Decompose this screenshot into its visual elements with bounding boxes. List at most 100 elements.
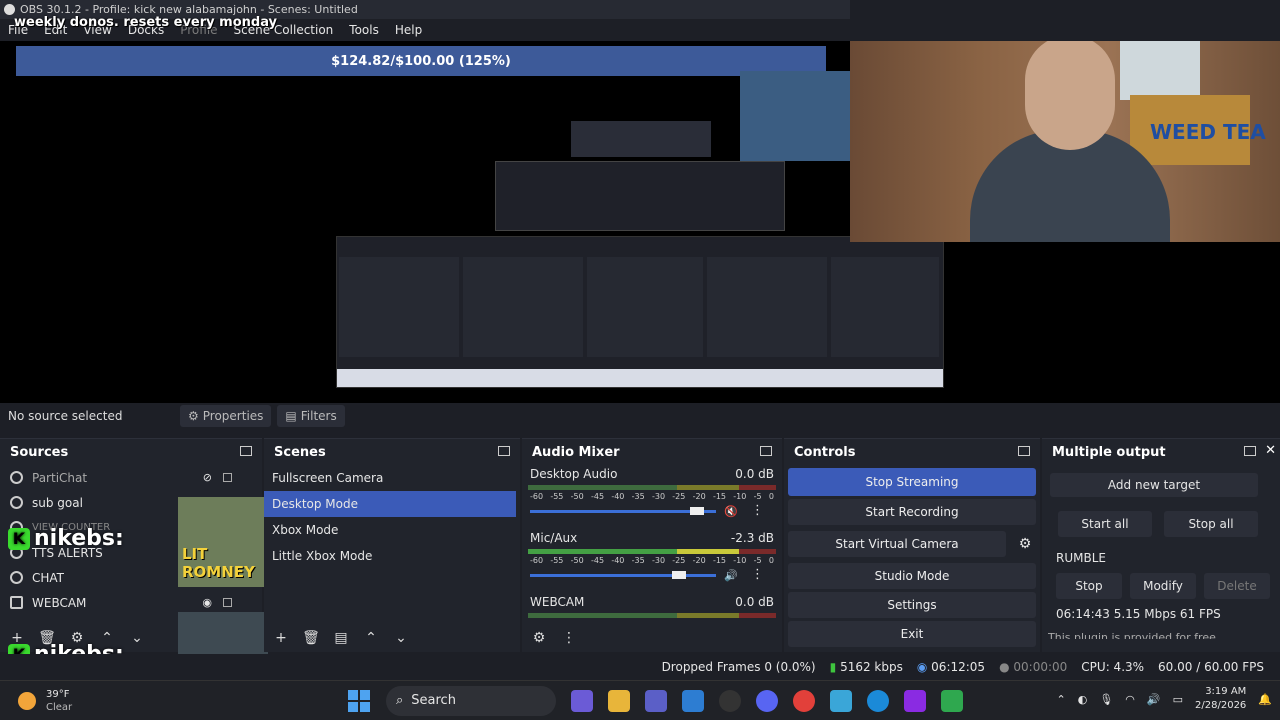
move-down-icon[interactable]: ⌄ [390,628,412,648]
file-explorer-icon[interactable] [608,689,630,712]
menu-help[interactable]: Help [387,23,430,37]
nested-multi-panel [831,257,939,357]
more-options-icon[interactable]: ⋮ [558,628,580,648]
nested-preview-small [571,121,711,157]
windows-start-icon[interactable] [348,689,370,712]
lock-icon[interactable] [223,598,232,607]
globe-icon [10,496,23,509]
volume-slider[interactable]: 🔇 ⋮ [528,503,776,518]
weather-condition: Clear [46,701,73,713]
speaker-icon[interactable]: 🔊 [724,569,738,582]
taskbar-search[interactable]: ⌕ Search [386,685,556,716]
filter-icon[interactable]: ▤ [330,628,352,648]
properties-button[interactable]: ⚙ Properties [180,405,272,427]
close-icon[interactable]: ✕ [1265,443,1276,458]
more-options-icon[interactable]: ⋮ [751,503,764,518]
add-new-target-button[interactable]: Add new target [1050,473,1258,497]
filters-button[interactable]: ▤ Filters [277,405,345,427]
nested-sources-panel [339,257,459,357]
gear-icon[interactable]: ⚙ [1010,536,1040,552]
chrome-icon[interactable] [793,689,815,712]
status-bar: Dropped Frames 0 (0.0%) ▮ 5162 kbps ◉ 06… [0,654,1280,680]
nested-mixer-panel [587,257,703,357]
app-icon[interactable] [941,689,963,712]
settings-button[interactable]: Settings [788,592,1036,618]
studio-mode-button[interactable]: Studio Mode [788,563,1036,589]
mixer-header: Audio Mixer [522,439,782,465]
webcam-sign-text: WEED TEA [1150,120,1266,144]
channel-level: -2.3 dB [730,531,774,545]
eye-icon[interactable]: ◉ [202,596,212,609]
trash-icon[interactable]: 🗑 [300,628,322,648]
obs-icon[interactable] [719,689,741,712]
donos-overlay-text: weekly donos. resets every monday [14,15,278,30]
stream-time: ◉ 06:12:05 [916,660,986,674]
source-item[interactable]: PartiChat ⊘ [0,465,262,490]
scene-item[interactable]: Fullscreen Camera [264,465,520,491]
add-icon[interactable]: + [270,628,292,648]
start-virtual-camera-button[interactable]: Start Virtual Camera [788,531,1006,557]
cpu-usage: CPU: 4.3% [1081,660,1145,674]
channel-level: 0.0 dB [735,595,774,609]
menu-tools[interactable]: Tools [341,23,387,37]
teams-icon[interactable] [645,689,667,712]
speaker-muted-icon[interactable]: 🔇 [724,505,738,518]
chevron-up-icon[interactable]: ⌃ [1057,693,1066,706]
target-delete-button[interactable]: Delete [1204,573,1270,599]
source-toolbar: No source selected ⚙ Properties ▤ Filter… [0,403,1280,429]
stop-streaming-button[interactable]: Stop Streaming [788,468,1036,496]
webcam-feed: WEED TEA [850,41,1280,242]
weather-widget[interactable]: 39°F Clear [18,688,318,714]
battery-icon[interactable]: ▭ [1173,693,1183,706]
scene-item[interactable]: Little Xbox Mode [264,543,520,569]
stop-all-button[interactable]: Stop all [1164,511,1258,537]
donation-goal-text: $124.82/$100.00 (125%) [331,53,511,69]
undock-icon[interactable] [760,446,772,456]
obs-logo-icon [4,4,15,15]
app-icon[interactable] [904,689,926,712]
move-up-icon[interactable]: ⌃ [360,628,382,648]
network-icon[interactable]: ◐ [1078,693,1088,706]
copilot-icon[interactable] [571,689,593,712]
undock-icon[interactable] [1244,446,1256,456]
wifi-icon[interactable]: ◠ [1125,693,1135,706]
lit-romney-overlay: LIT ROMNEY [178,497,268,587]
eye-hidden-icon[interactable]: ⊘ [203,471,212,484]
edge-icon[interactable] [867,689,889,712]
start-all-button[interactable]: Start all [1058,511,1152,537]
plugin-note: This plugin is provided for free [1048,631,1216,639]
controls-dock: Controls Stop Streaming Start Recording … [784,438,1040,652]
target-modify-button[interactable]: Modify [1130,573,1196,599]
webcam-person-head [1025,41,1115,150]
stream-preview[interactable]: $124.82/$100.00 (125%) WEED TEA [0,41,1280,403]
more-options-icon[interactable]: ⋮ [751,567,764,582]
undock-icon[interactable] [498,446,510,456]
start-recording-button[interactable]: Start Recording [788,499,1036,525]
meter-ticks: -60 -55 -50 -45 -40 -35 -30 -25 -20 -15 -10 -5 0 [530,556,774,565]
exit-button[interactable]: Exit [788,621,1036,647]
target-stop-button[interactable]: Stop [1056,573,1122,599]
gear-icon[interactable]: ⚙ [528,628,550,648]
clock[interactable]: 3:19 AM 2/28/2026 [1195,685,1246,713]
scene-item-selected[interactable]: Desktop Mode [264,491,516,517]
record-icon: ● [999,660,1010,674]
volume-icon[interactable]: 🔊 [1147,693,1161,706]
nested-taskbar [337,369,943,387]
undock-icon[interactable] [240,446,252,456]
microphone-icon[interactable]: 🎙 [1099,693,1113,706]
scene-item[interactable]: Xbox Mode [264,517,520,543]
target-name: RUMBLE [1056,551,1106,565]
discord-icon[interactable] [756,689,778,712]
lock-icon[interactable] [223,473,232,482]
nested-webcam-small [740,71,850,161]
gear-icon: ⚙ [188,409,199,423]
volume-slider[interactable]: 🔊 ⋮ [528,567,776,582]
app-icon[interactable] [830,689,852,712]
nested-preview-medium [495,161,785,231]
undock-icon[interactable] [1018,446,1030,456]
audio-mixer-dock: Audio Mixer Desktop Audio 0.0 dB -60 -55 -5… [522,438,782,652]
nested-preview-large [336,236,944,388]
notification-bell-icon[interactable]: 🔔 [1258,693,1272,706]
store-icon[interactable] [682,689,704,712]
windows-taskbar: 39°F Clear ⌕ Search ⌃ ◐ 🎙 ◠ 🔊 ▭ 3:19 AM 2/… [0,680,1280,720]
